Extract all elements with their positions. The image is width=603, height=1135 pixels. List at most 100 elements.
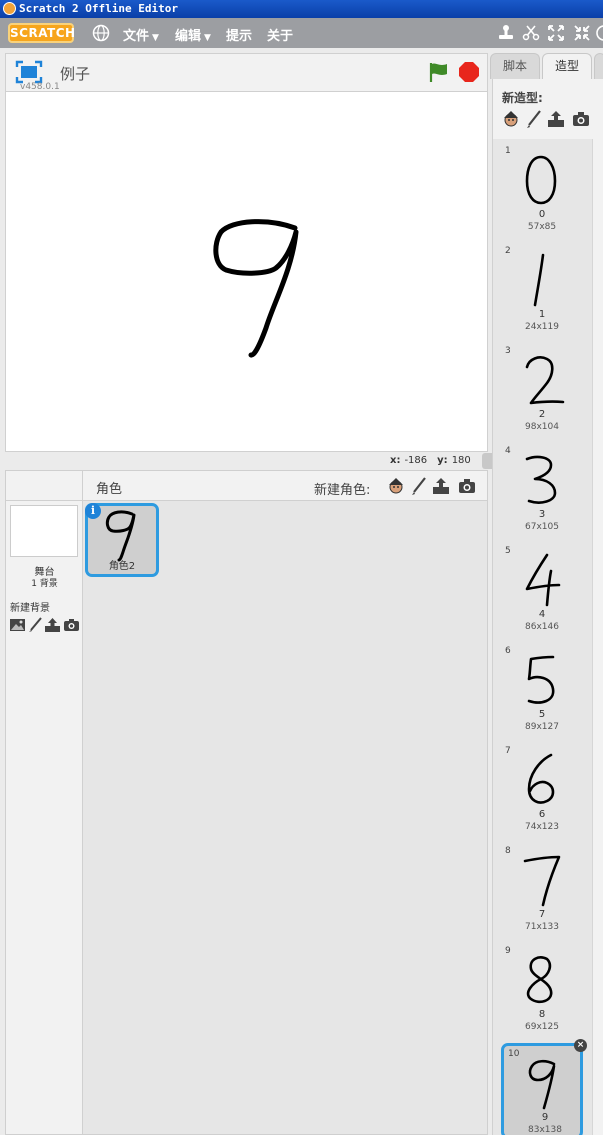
- costume-name: 2: [538, 409, 546, 420]
- costume-item[interactable]: 3 2 98x104: [501, 343, 583, 439]
- menu-tips[interactable]: 提示: [226, 25, 252, 44]
- costume-item[interactable]: 9 8 69x125: [501, 943, 583, 1039]
- duplicate-stamp-icon[interactable]: [497, 24, 515, 42]
- stage-thumbnail[interactable]: [10, 505, 78, 557]
- mouse-coordinates: x: -186 y: 180: [390, 455, 471, 466]
- collapse-arrow-icon[interactable]: [482, 453, 492, 469]
- shrink-icon[interactable]: [573, 24, 591, 42]
- costume-thumbnail-digit-9: [528, 1059, 556, 1110]
- costume-index: 8: [505, 846, 511, 856]
- menu-bar: SCRATCH 文件 ▼ 编辑 ▼ 提示 关于: [0, 18, 603, 48]
- delete-costume-icon[interactable]: ×: [574, 1039, 587, 1052]
- app-icon: [3, 2, 16, 15]
- menu-edit[interactable]: 编辑 ▼: [175, 25, 211, 44]
- paint-brush-icon[interactable]: [409, 476, 429, 496]
- costume-thumbnail-digit-5: [527, 655, 555, 704]
- camera-icon[interactable]: [63, 617, 80, 633]
- costume-size: 98x104: [525, 422, 559, 432]
- costume-item[interactable]: 2 1 24x119: [501, 243, 583, 339]
- costume-index: 5: [505, 546, 511, 556]
- sprite-panel-header: 角色 新建角色:: [6, 471, 487, 501]
- stage-canvas[interactable]: [5, 91, 488, 452]
- costume-panel: 新造型: 1 0 57x85 2 1 24x119 3 2 98x104 4 3 67x105 5 4 86…: [492, 79, 603, 1135]
- costume-size: 86x146: [525, 622, 559, 632]
- costume-thumbnail-digit-3: [525, 455, 557, 504]
- chevron-down-icon: ▼: [152, 33, 159, 43]
- costume-thumbnail-digit-4: [525, 553, 561, 607]
- grow-icon[interactable]: [547, 24, 565, 42]
- costume-size: 69x125: [525, 1022, 559, 1032]
- costume-name: 7: [538, 909, 546, 920]
- costume-index: 10: [508, 1049, 520, 1059]
- upload-icon[interactable]: [44, 617, 61, 633]
- stop-icon[interactable]: [458, 61, 480, 83]
- costume-name: 9: [541, 1112, 549, 1123]
- menu-file[interactable]: 文件 ▼: [123, 25, 159, 44]
- stage-digit-9-drawing[interactable]: [6, 92, 487, 451]
- camera-icon[interactable]: [571, 109, 591, 129]
- costume-thumbnail-digit-8: [526, 956, 553, 1004]
- presentation-mode-icon[interactable]: [15, 60, 43, 84]
- costume-item[interactable]: 7 6 74x123: [501, 743, 583, 839]
- costume-name: 5: [538, 709, 546, 720]
- project-title[interactable]: 例子: [60, 63, 90, 84]
- costume-library-icon[interactable]: [501, 109, 521, 129]
- costume-item[interactable]: 5 4 86x146: [501, 543, 583, 639]
- costume-index: 2: [505, 246, 511, 256]
- new-costume-label: 新造型:: [502, 91, 543, 105]
- globe-icon[interactable]: [92, 24, 110, 42]
- sprite-tile[interactable]: i 角色2: [85, 503, 159, 577]
- costume-thumbnail-digit-0: [525, 155, 557, 205]
- scratch-logo[interactable]: SCRATCH: [8, 23, 75, 43]
- new-backdrop-label: 新建背景: [10, 603, 50, 614]
- backdrop-library-icon[interactable]: [9, 617, 26, 633]
- costume-index: 1: [505, 146, 511, 156]
- sprite-panel: 角色 新建角色: 舞台 1 背景 新建背景 i 角色2: [5, 470, 488, 1135]
- help-icon[interactable]: [596, 24, 603, 42]
- costume-name: 4: [538, 609, 546, 620]
- costume-item[interactable]: 1 0 57x85: [501, 143, 583, 239]
- costume-index: 9: [505, 946, 511, 956]
- camera-icon[interactable]: [457, 476, 477, 496]
- costume-name: 1: [538, 309, 546, 320]
- costume-thumbnail-digit-2: [525, 356, 565, 405]
- sprites-label: 角色: [96, 482, 123, 497]
- new-sprite-label: 新建角色:: [314, 483, 371, 498]
- costume-name: 3: [538, 509, 546, 520]
- costume-size: 83x138: [528, 1125, 562, 1135]
- tab-costumes[interactable]: 造型: [542, 53, 592, 79]
- paint-brush-icon[interactable]: [524, 109, 544, 129]
- scratch-editor-window: Scratch 2 Offline Editor SCRATCH 文件 ▼ 编辑 ▼…: [0, 0, 603, 1135]
- info-icon[interactable]: i: [85, 503, 101, 519]
- costume-size: 74x123: [525, 822, 559, 832]
- upload-icon[interactable]: [546, 109, 566, 129]
- tab-sounds[interactable]: [594, 53, 603, 79]
- costume-size: 89x127: [525, 722, 559, 732]
- tab-scripts[interactable]: 脚本: [490, 53, 540, 79]
- window-title: Scratch 2 Offline Editor: [19, 2, 178, 15]
- title-bar: Scratch 2 Offline Editor: [0, 0, 603, 18]
- costume-size: 71x133: [525, 922, 559, 932]
- costume-item[interactable]: 8 7 71x133: [501, 843, 583, 939]
- upload-icon[interactable]: [431, 476, 451, 496]
- costume-index: 6: [505, 646, 511, 656]
- costume-size: 57x85: [527, 222, 557, 232]
- cut-scissors-icon[interactable]: [522, 24, 540, 42]
- costume-index: 4: [505, 446, 511, 456]
- costume-size: 67x105: [525, 522, 559, 532]
- editor-tabs: 脚本 造型: [490, 53, 603, 79]
- costume-index: 7: [505, 746, 511, 756]
- costume-item[interactable]: 4 3 67x105: [501, 443, 583, 539]
- menu-about[interactable]: 关于: [267, 25, 293, 44]
- costume-item[interactable]: 10 9 83x138 ×: [501, 1039, 587, 1135]
- costume-index: 3: [505, 346, 511, 356]
- costume-name: 8: [538, 1009, 546, 1020]
- sprite-library-icon[interactable]: [386, 476, 406, 496]
- costume-thumbnail-digit-1: [533, 253, 545, 307]
- costume-thumbnail-digit-7: [523, 855, 561, 907]
- costume-item[interactable]: 6 5 89x127: [501, 643, 583, 739]
- costume-thumbnail-digit-6: [527, 753, 555, 804]
- green-flag-icon[interactable]: [427, 61, 449, 83]
- paint-brush-icon[interactable]: [27, 617, 44, 633]
- backdrop-count: 1 背景: [31, 579, 58, 589]
